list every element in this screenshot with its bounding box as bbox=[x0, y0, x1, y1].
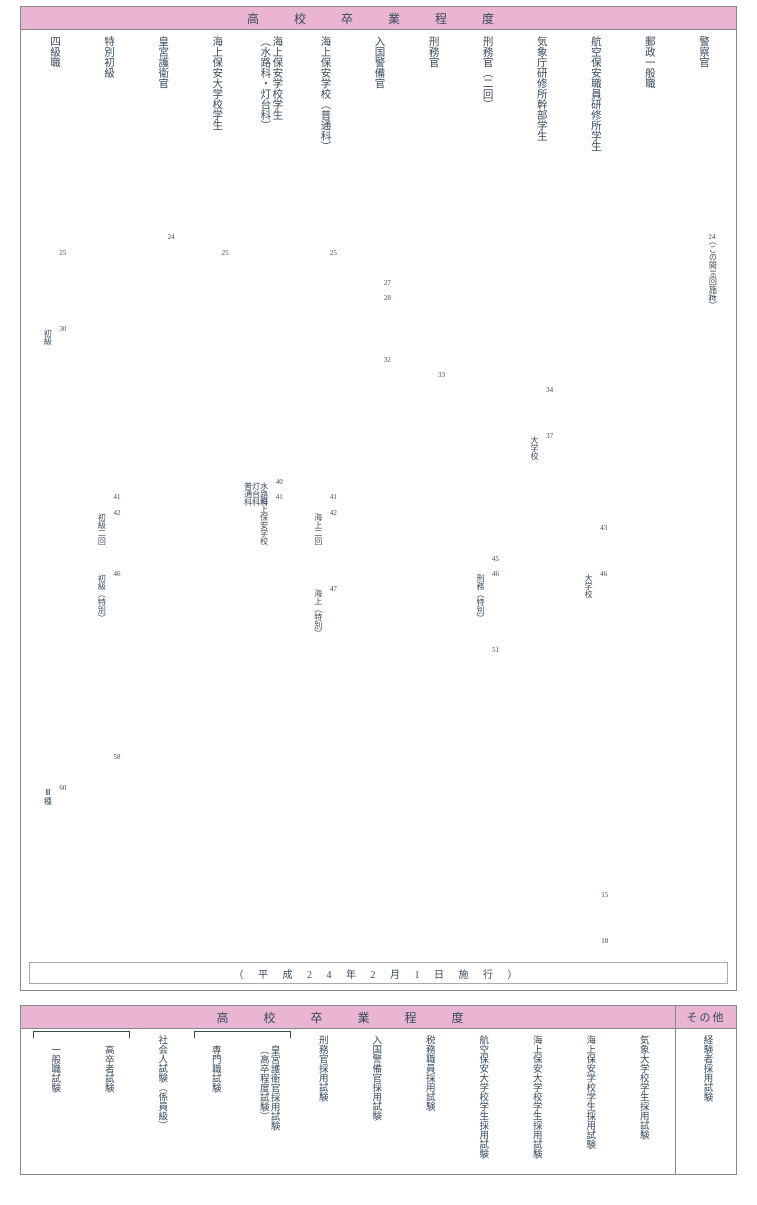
bottom-col-title: 海上保安大学校学生採用試験 bbox=[530, 1035, 541, 1168]
note-label: 大学校 bbox=[530, 436, 538, 460]
tick-label: 43 bbox=[600, 525, 607, 532]
tick-label: 42 bbox=[114, 510, 121, 517]
bottom-col: 海上保安大学校学生採用試験 bbox=[509, 1035, 563, 1168]
tick-label: 32 bbox=[384, 357, 391, 364]
bottom-col-title: 社会人試験（係員級） bbox=[155, 1035, 166, 1168]
tick-label: 46 bbox=[600, 571, 607, 578]
footer-bar: （ 平 成 2 4 年 2 月 1 日 施 行 ） bbox=[29, 962, 728, 984]
bottom-col-title: 専門職試験 bbox=[209, 1045, 220, 1168]
tick-label: 46 bbox=[114, 571, 121, 578]
bottom-side-columns: 経験者採用試験 bbox=[676, 1029, 736, 1174]
bottom-col-title: 航空保安大学校学生採用試験 bbox=[476, 1035, 487, 1168]
bottom-header-main: 高 校 卒 業 程 度 bbox=[21, 1006, 675, 1029]
note-label: 海上保安学校 bbox=[260, 497, 268, 545]
bracket bbox=[33, 1031, 130, 1038]
bottom-side-col: 経験者採用試験 bbox=[682, 1035, 730, 1168]
bracket bbox=[194, 1031, 291, 1038]
bottom-col: 税務職員採用試験 bbox=[402, 1035, 456, 1168]
tick-label: 25 bbox=[222, 250, 229, 257]
note-label: Ⅲ種 bbox=[43, 788, 51, 805]
bottom-col-title: 一般職試験 bbox=[48, 1045, 59, 1168]
bottom-col: 皇宮護衛官採用試験 （高卒程度試験） bbox=[241, 1035, 295, 1168]
note-label: （この間16回施行） bbox=[708, 237, 716, 309]
tick-label: 40 bbox=[276, 479, 283, 486]
tick-label: 42 bbox=[330, 510, 337, 517]
tick-label: 18 bbox=[601, 938, 608, 945]
tick-label: 15 bbox=[601, 892, 608, 899]
col-title: 気象庁研修所幹部学生 bbox=[535, 36, 547, 141]
tick-label: 27 bbox=[384, 280, 391, 287]
col-title: 入国警備官 bbox=[372, 36, 384, 89]
bottom-col: 気象大学校学生採用試験 bbox=[616, 1035, 670, 1168]
bottom-col: 社会人試験（係員級） bbox=[134, 1035, 188, 1168]
tick-label: 25 bbox=[59, 250, 66, 257]
tick-label: 33 bbox=[438, 372, 445, 379]
bottom-col-title: 入国警備官採用試験 bbox=[369, 1035, 380, 1168]
bottom-col: 高卒者試験 bbox=[81, 1035, 135, 1168]
tick-label: 41 bbox=[114, 494, 121, 501]
bottom-col: 入国警備官採用試験 bbox=[348, 1035, 402, 1168]
bottom-col: 海上保安学校学生採用試験 bbox=[562, 1035, 616, 1168]
note-label: 初級（特別） bbox=[97, 574, 105, 622]
note-label: 海上二回 bbox=[314, 513, 322, 545]
bottom-col: 刑務官採用試験 bbox=[295, 1035, 349, 1168]
col-title: 海上保安学校（普通科） bbox=[318, 36, 330, 152]
bottom-col-title: 海上保安学校学生採用試験 bbox=[583, 1035, 594, 1168]
top-panel: 高 校 卒 業 程 度 警察官2428（この間16回施行）郵政一般職航空保安職員… bbox=[20, 6, 737, 991]
tick-label: 46 bbox=[492, 571, 499, 578]
tick-label: 25 bbox=[330, 250, 337, 257]
col-title: 特別初級 bbox=[102, 36, 114, 78]
col-title: 郵政一般職 bbox=[643, 36, 655, 89]
timeline-columns: 警察官2428（この間16回施行）郵政一般職航空保安職員研修所学生1518434… bbox=[21, 30, 736, 42]
bottom-col: 一般職試験 bbox=[27, 1035, 81, 1168]
tick-label: 58 bbox=[114, 754, 121, 761]
col-title: 航空保安職員研修所学生 bbox=[589, 36, 601, 152]
bottom-header-side: その他 bbox=[676, 1006, 736, 1029]
tick-label: 28 bbox=[384, 295, 391, 302]
col-title: 刑務官 bbox=[427, 36, 439, 68]
bottom-main-columns: 気象大学校学生採用試験 海上保安学校学生採用試験 海上保安大学校学生採用試験 航空保安… bbox=[21, 1029, 675, 1174]
tick-label: 45 bbox=[492, 556, 499, 563]
bottom-col: 専門職試験 bbox=[188, 1035, 242, 1168]
col-title: 海上保安大学校学生 bbox=[210, 36, 222, 131]
note-label: 初級二回 bbox=[97, 513, 105, 545]
col-title: 警察官 bbox=[697, 36, 709, 68]
bottom-col-title: 高卒者試験 bbox=[102, 1045, 113, 1168]
tick-label: 24 bbox=[168, 234, 175, 241]
tick-label: 41 bbox=[276, 494, 283, 501]
tick-label: 30 bbox=[59, 326, 66, 333]
bottom-col-title: 刑務官採用試験 bbox=[316, 1035, 327, 1168]
note-label: 海上（特別） bbox=[314, 589, 322, 637]
tick-label: 47 bbox=[330, 586, 337, 593]
tick-label: 51 bbox=[492, 647, 499, 654]
tick-label: 60 bbox=[59, 785, 66, 792]
note-label: 大学校 bbox=[584, 574, 592, 598]
bottom-side-title: 経験者採用試験 bbox=[701, 1035, 712, 1168]
col-title: 海上保安学校学生 （水路科・灯台科） bbox=[258, 36, 282, 131]
bottom-col-title: 皇宮護衛官採用試験 （高卒程度試験） bbox=[257, 1045, 279, 1168]
col-title: 刑務官（二回） bbox=[481, 36, 493, 110]
tick-label: 34 bbox=[546, 387, 553, 394]
col-title: 四級職 bbox=[48, 36, 60, 68]
bottom-panel: 高 校 卒 業 程 度 気象大学校学生採用試験 海上保安学校学生採用試験 海上保安大… bbox=[20, 1005, 737, 1175]
bottom-col-title: 税務職員採用試験 bbox=[423, 1035, 434, 1168]
tick-label: 37 bbox=[546, 433, 553, 440]
bottom-col-title: 気象大学校学生採用試験 bbox=[637, 1035, 648, 1168]
note-label: 初級 bbox=[43, 329, 51, 345]
col-title: 皇宮護衛官 bbox=[156, 36, 168, 89]
top-header: 高 校 卒 業 程 度 bbox=[21, 7, 736, 30]
bottom-col: 航空保安大学校学生採用試験 bbox=[455, 1035, 509, 1168]
note-label: 刑務（特別） bbox=[476, 574, 484, 622]
tick-label: 41 bbox=[330, 494, 337, 501]
